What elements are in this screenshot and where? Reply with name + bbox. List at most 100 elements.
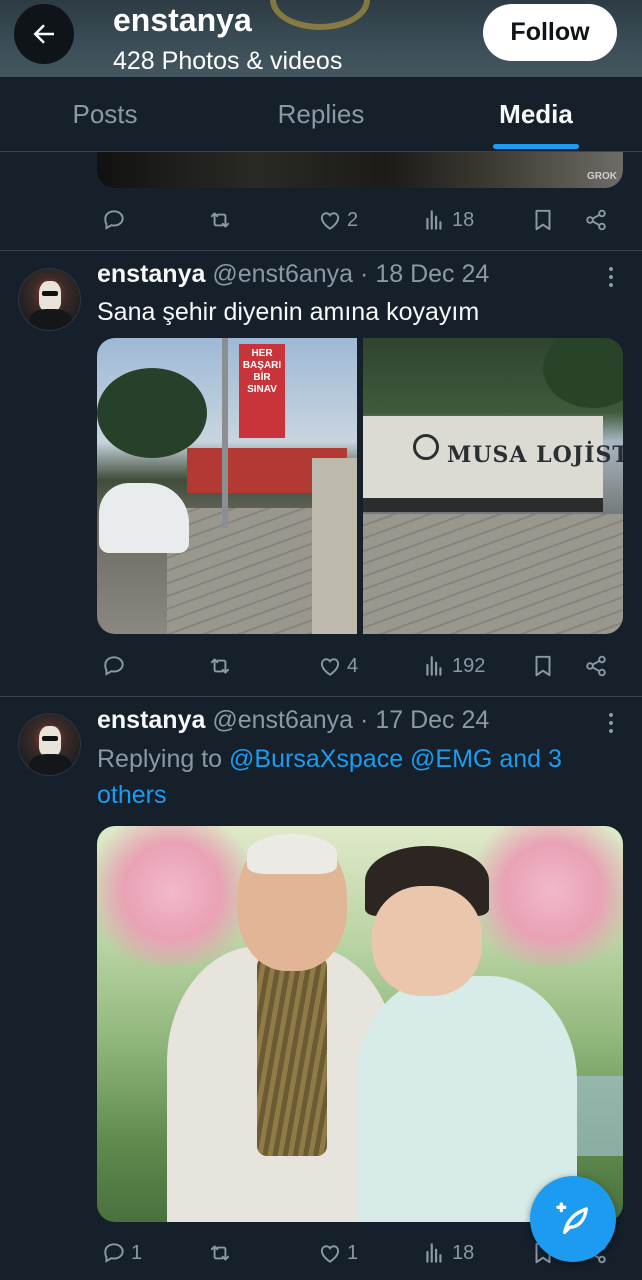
heart-icon xyxy=(320,658,340,676)
post-date[interactable]: 17 Dec 24 xyxy=(375,706,489,734)
sign-line: BİR xyxy=(253,372,271,383)
more-icon-dot xyxy=(609,283,613,287)
views-icon xyxy=(426,656,442,676)
tab-posts[interactable]: Posts xyxy=(0,77,210,152)
avatar-face xyxy=(39,281,61,311)
media-count: 428 Photos & videos xyxy=(113,47,343,75)
compose-button[interactable] xyxy=(530,1176,616,1262)
image-car xyxy=(99,483,189,553)
post-image-right[interactable]: MUSA LOJİSTİ xyxy=(363,338,623,634)
repost-button[interactable] xyxy=(207,646,237,686)
like-button[interactable]: 1 xyxy=(317,1233,358,1273)
avatar-eyes xyxy=(42,291,58,296)
like-button[interactable]: 2 xyxy=(317,200,358,240)
profile-header: enstanya 428 Photos & videos Follow xyxy=(0,0,642,77)
repost-icon xyxy=(210,1245,230,1261)
post-divider xyxy=(0,250,642,251)
avatar-body xyxy=(29,309,72,330)
image-tree xyxy=(97,368,207,458)
share-button[interactable] xyxy=(583,200,609,240)
image-woman xyxy=(357,976,577,1222)
views-count: 192 xyxy=(452,654,486,677)
more-button[interactable] xyxy=(601,262,621,292)
post-header: enstanya @enst6anya · 17 Dec 24 xyxy=(97,706,489,735)
views-button[interactable]: 192 xyxy=(422,646,485,686)
reply-icon xyxy=(104,1243,124,1263)
image-sidewalk xyxy=(167,508,327,634)
post-actions: 2 18 xyxy=(97,200,623,240)
post-image[interactable]: GROK xyxy=(97,152,623,188)
image-scarf xyxy=(257,956,327,1156)
compose-icon xyxy=(556,1202,588,1234)
views-icon xyxy=(426,210,442,230)
views-button[interactable]: 18 xyxy=(422,200,474,240)
like-count: 1 xyxy=(347,1241,359,1264)
more-button[interactable] xyxy=(601,708,621,738)
views-count: 18 xyxy=(452,1241,475,1264)
like-button[interactable]: 4 xyxy=(317,646,358,686)
repost-icon xyxy=(210,658,230,674)
avatar-eyes xyxy=(42,736,58,741)
post-header: enstanya @enst6anya · 18 Dec 24 xyxy=(97,260,489,289)
author-handle[interactable]: @enst6anya xyxy=(212,260,353,288)
image-ground xyxy=(363,514,623,634)
bookmark-icon xyxy=(535,655,551,677)
sign-line: BAŞARI xyxy=(242,360,282,371)
image-banner-sign: HER BAŞARI BİR SINAV xyxy=(239,344,285,438)
active-tab-indicator xyxy=(493,144,579,149)
post-image[interactable] xyxy=(97,826,623,1222)
tab-media[interactable]: Media xyxy=(430,77,642,152)
more-icon xyxy=(609,713,613,717)
replying-to-label: Replying to xyxy=(97,745,223,773)
author-name[interactable]: enstanya xyxy=(97,706,205,734)
views-icon xyxy=(426,1243,442,1263)
image-wall xyxy=(312,458,357,634)
replying-to: Replying to @BursaXspace @EMG and 3 othe… xyxy=(97,741,617,813)
truck-logo xyxy=(413,434,439,460)
reply-button[interactable] xyxy=(101,646,131,686)
image-pole xyxy=(222,338,228,528)
views-button[interactable]: 18 xyxy=(422,1233,474,1273)
image-truck-wheels xyxy=(363,498,603,512)
arrow-left-icon xyxy=(33,24,54,44)
post-text: Sana şehir diyenin amına koyayım xyxy=(97,298,480,326)
sign-line: HER xyxy=(251,348,273,359)
reply-button[interactable] xyxy=(101,200,131,240)
repost-button[interactable] xyxy=(207,1233,237,1273)
back-button[interactable] xyxy=(14,4,74,64)
share-icon xyxy=(586,655,606,677)
profile-tabs: Posts Replies Media xyxy=(0,77,642,152)
more-icon-dot xyxy=(609,275,613,279)
share-button[interactable] xyxy=(583,646,609,686)
image-watermark: GROK xyxy=(587,171,617,182)
post-divider xyxy=(0,696,642,697)
post-image-left[interactable]: HER BAŞARI BİR SINAV xyxy=(97,338,357,634)
reply-count: 1 xyxy=(131,1241,143,1264)
like-count: 4 xyxy=(347,654,359,677)
bookmark-button[interactable] xyxy=(530,646,556,686)
more-icon xyxy=(609,267,613,271)
avatar[interactable] xyxy=(18,268,81,331)
author-name[interactable]: enstanya xyxy=(97,260,205,288)
repost-button[interactable] xyxy=(207,200,237,240)
tab-replies[interactable]: Replies xyxy=(215,77,427,152)
image-tree xyxy=(543,338,623,408)
heart-icon xyxy=(320,212,340,230)
meta-separator: · xyxy=(360,706,369,734)
author-handle[interactable]: @enst6anya xyxy=(212,706,353,734)
follow-button[interactable]: Follow xyxy=(483,4,617,61)
like-count: 2 xyxy=(347,208,359,231)
reply-icon xyxy=(104,656,124,676)
more-icon-dot xyxy=(609,721,613,725)
more-icon-dot xyxy=(609,729,613,733)
meta-separator: · xyxy=(360,260,369,288)
post-actions: 4 192 xyxy=(97,646,623,686)
bookmark-button[interactable] xyxy=(530,200,556,240)
avatar[interactable] xyxy=(18,713,81,776)
image-woman-head xyxy=(372,886,482,996)
avatar-face xyxy=(39,726,61,756)
post-date[interactable]: 18 Dec 24 xyxy=(375,260,489,288)
reply-button[interactable]: 1 xyxy=(101,1233,142,1273)
image-man-hair xyxy=(247,834,337,874)
avatar-body xyxy=(29,754,72,775)
